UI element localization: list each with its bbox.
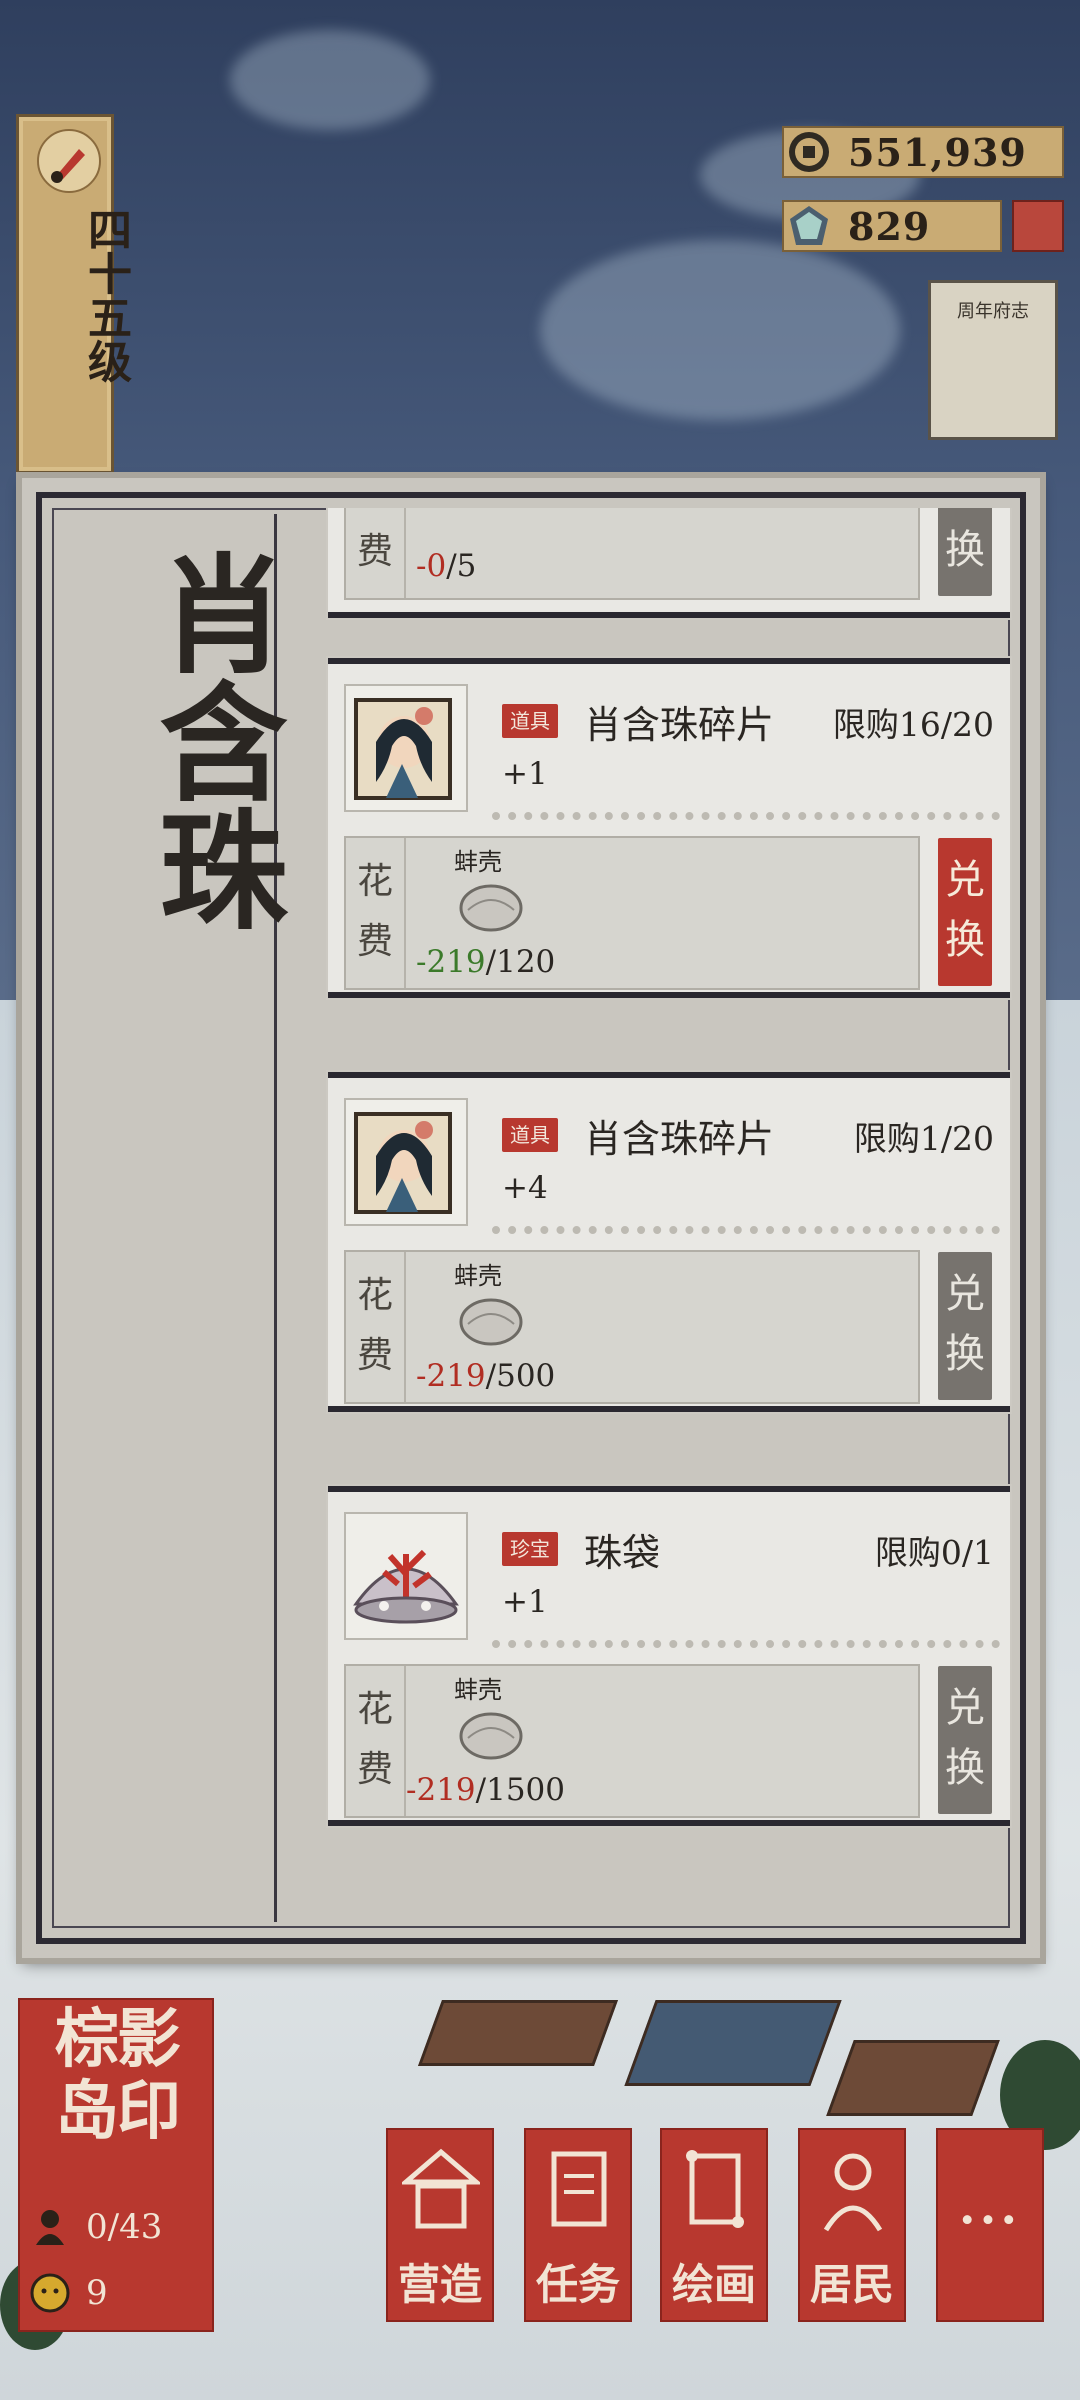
copper-coin-icon: [789, 132, 829, 172]
item-name: 肖含珠碎片: [584, 1117, 775, 1161]
cost-separator: [404, 508, 406, 598]
clam-shell-icon: [459, 1298, 523, 1346]
cost-count: -0/5: [416, 548, 476, 584]
cost-required: /500: [485, 1358, 556, 1394]
item-gain: +1: [502, 756, 548, 792]
gold-face-icon: [30, 2273, 70, 2313]
item-name: 珠袋: [584, 1531, 661, 1575]
exchange-button[interactable]: 兑换: [938, 1252, 992, 1400]
island-name: 棕影 岛印: [24, 2004, 210, 2148]
cost-required: /1500: [475, 1772, 565, 1808]
cost-spent: -219: [416, 1358, 486, 1394]
cost-count: -219/1500: [406, 1772, 565, 1808]
residents-value: 0/43: [86, 2207, 163, 2247]
cost-separator: [404, 1252, 406, 1402]
island-info-panel[interactable]: 棕影 岛印 0/43 9: [18, 1998, 214, 2332]
cost-box: 花费 蚌壳 -219/1500: [344, 1664, 920, 1818]
portrait-fragment-icon: [344, 684, 468, 812]
cost-spent: -219: [416, 944, 486, 980]
coral-shell-icon: [344, 1512, 468, 1640]
exchange-item-card: 道具 肖含珠碎片 限购16/20 +1 花费 蚌壳 -219/120 兑换: [328, 658, 1010, 998]
exchange-button[interactable]: 兑换: [938, 508, 992, 596]
resource-name: 蚌壳: [454, 1262, 502, 1290]
cost-label: 花费: [356, 1689, 393, 1790]
pavilion-icon: [402, 2148, 480, 2229]
cost-label: 花费: [356, 1275, 393, 1376]
panel-title: 肖含珠: [137, 548, 287, 932]
nav-task-label: 任务: [535, 2260, 620, 2309]
cost-count: -219/120: [416, 944, 555, 980]
exchange-item-card: 珍宝 珠袋 限购0/1 +1 花费 蚌壳 -219/1500 兑换: [328, 1486, 1010, 1826]
exchange-item-card: 花费 -0/5 兑换: [328, 508, 1010, 618]
cost-required: /120: [485, 944, 556, 980]
copper-coin-value: 551,939: [848, 129, 1027, 175]
island-name-line1: 棕影: [55, 2002, 181, 2077]
item-gain: +4: [502, 1170, 548, 1206]
level-text: 四十五级: [80, 207, 131, 383]
coins-row: 9: [28, 2268, 208, 2318]
anniversary-record-label: 周年府志: [957, 301, 1029, 322]
residents-row: 0/43: [28, 2202, 208, 2252]
anniversary-record-card[interactable]: 周年府志: [928, 280, 1058, 440]
brush-icon: [37, 129, 101, 193]
jade-gem-value: 829: [848, 203, 931, 249]
cost-spent: -219: [406, 1772, 476, 1808]
cost-count: -219/500: [416, 1358, 555, 1394]
nav-resident-label: 居民: [809, 2260, 894, 2309]
cost-spent: -0: [416, 548, 447, 584]
nav-build-label: 营造: [397, 2260, 482, 2309]
cloud: [540, 240, 900, 420]
exchange-button[interactable]: 兑换: [938, 838, 992, 986]
player-level-badge[interactable]: 四十五级: [16, 114, 131, 474]
item-type-tag: 道具: [502, 704, 558, 738]
coins-value: 9: [86, 2273, 108, 2313]
cloud: [230, 30, 430, 130]
resource-name: 蚌壳: [454, 1676, 502, 1704]
purchase-limit: 限购1/20: [853, 1119, 994, 1158]
book-icon: [551, 2151, 607, 2227]
more-icon: ···: [958, 2192, 1022, 2248]
item-name: 肖含珠碎片: [584, 703, 775, 747]
copper-coin-counter[interactable]: 551,939: [782, 126, 1064, 178]
building-roof: [417, 2000, 619, 2066]
scroll-icon: [686, 2150, 744, 2228]
nav-resident-button[interactable]: 居民: [798, 2128, 906, 2322]
cost-separator: [404, 838, 406, 988]
nav-task-button[interactable]: 任务: [524, 2128, 632, 2322]
clam-shell-icon: [459, 884, 523, 932]
item-type-tag: 珍宝: [502, 1532, 558, 1566]
exchange-item-card: 道具 肖含珠碎片 限购1/20 +4 花费 蚌壳 -219/500 兑换: [328, 1072, 1010, 1412]
exchange-panel: 肖含珠 花费 -0/5 兑换: [22, 478, 1040, 1958]
resident-count-icon: [36, 2210, 64, 2245]
clam-shell-icon: [459, 1712, 523, 1760]
dotted-divider: [492, 1226, 1000, 1234]
island-name-line2: 岛印: [55, 2074, 181, 2149]
purchase-limit: 限购16/20: [832, 705, 994, 744]
item-gain: +1: [502, 1584, 548, 1620]
building-roof: [624, 2000, 842, 2086]
building-roof: [826, 2040, 1000, 2116]
item-type-tag: 道具: [502, 1118, 558, 1152]
shop-box-icon[interactable]: [1012, 200, 1064, 252]
cost-required: /5: [446, 548, 477, 584]
nav-build-button[interactable]: 营造: [386, 2128, 494, 2322]
cost-box: 花费 蚌壳 -219/500: [344, 1250, 920, 1404]
purchase-limit: 限购0/1: [874, 1533, 994, 1572]
exchange-button[interactable]: 兑换: [938, 1666, 992, 1814]
cost-label: 花费: [356, 861, 393, 962]
jade-gem-icon: [790, 206, 828, 245]
resource-name: 蚌壳: [454, 848, 502, 876]
jade-gem-counter[interactable]: 829: [782, 200, 1002, 252]
dotted-divider: [492, 812, 1000, 820]
nav-paint-label: 绘画: [671, 2260, 756, 2309]
nav-more-button[interactable]: ···: [936, 2128, 1044, 2322]
exchange-list[interactable]: 花费 -0/5 兑换 道具 肖含珠碎片 限购16/20: [304, 508, 1024, 1928]
cost-box: 花费 蚌壳 -219/120: [344, 836, 920, 990]
resident-icon: [823, 2153, 883, 2232]
nav-paint-button[interactable]: 绘画: [660, 2128, 768, 2322]
dotted-divider: [492, 1640, 1000, 1648]
cost-box: 花费 -0/5: [344, 508, 920, 600]
cost-label: 花费: [356, 508, 393, 572]
portrait-fragment-icon: [344, 1098, 468, 1226]
